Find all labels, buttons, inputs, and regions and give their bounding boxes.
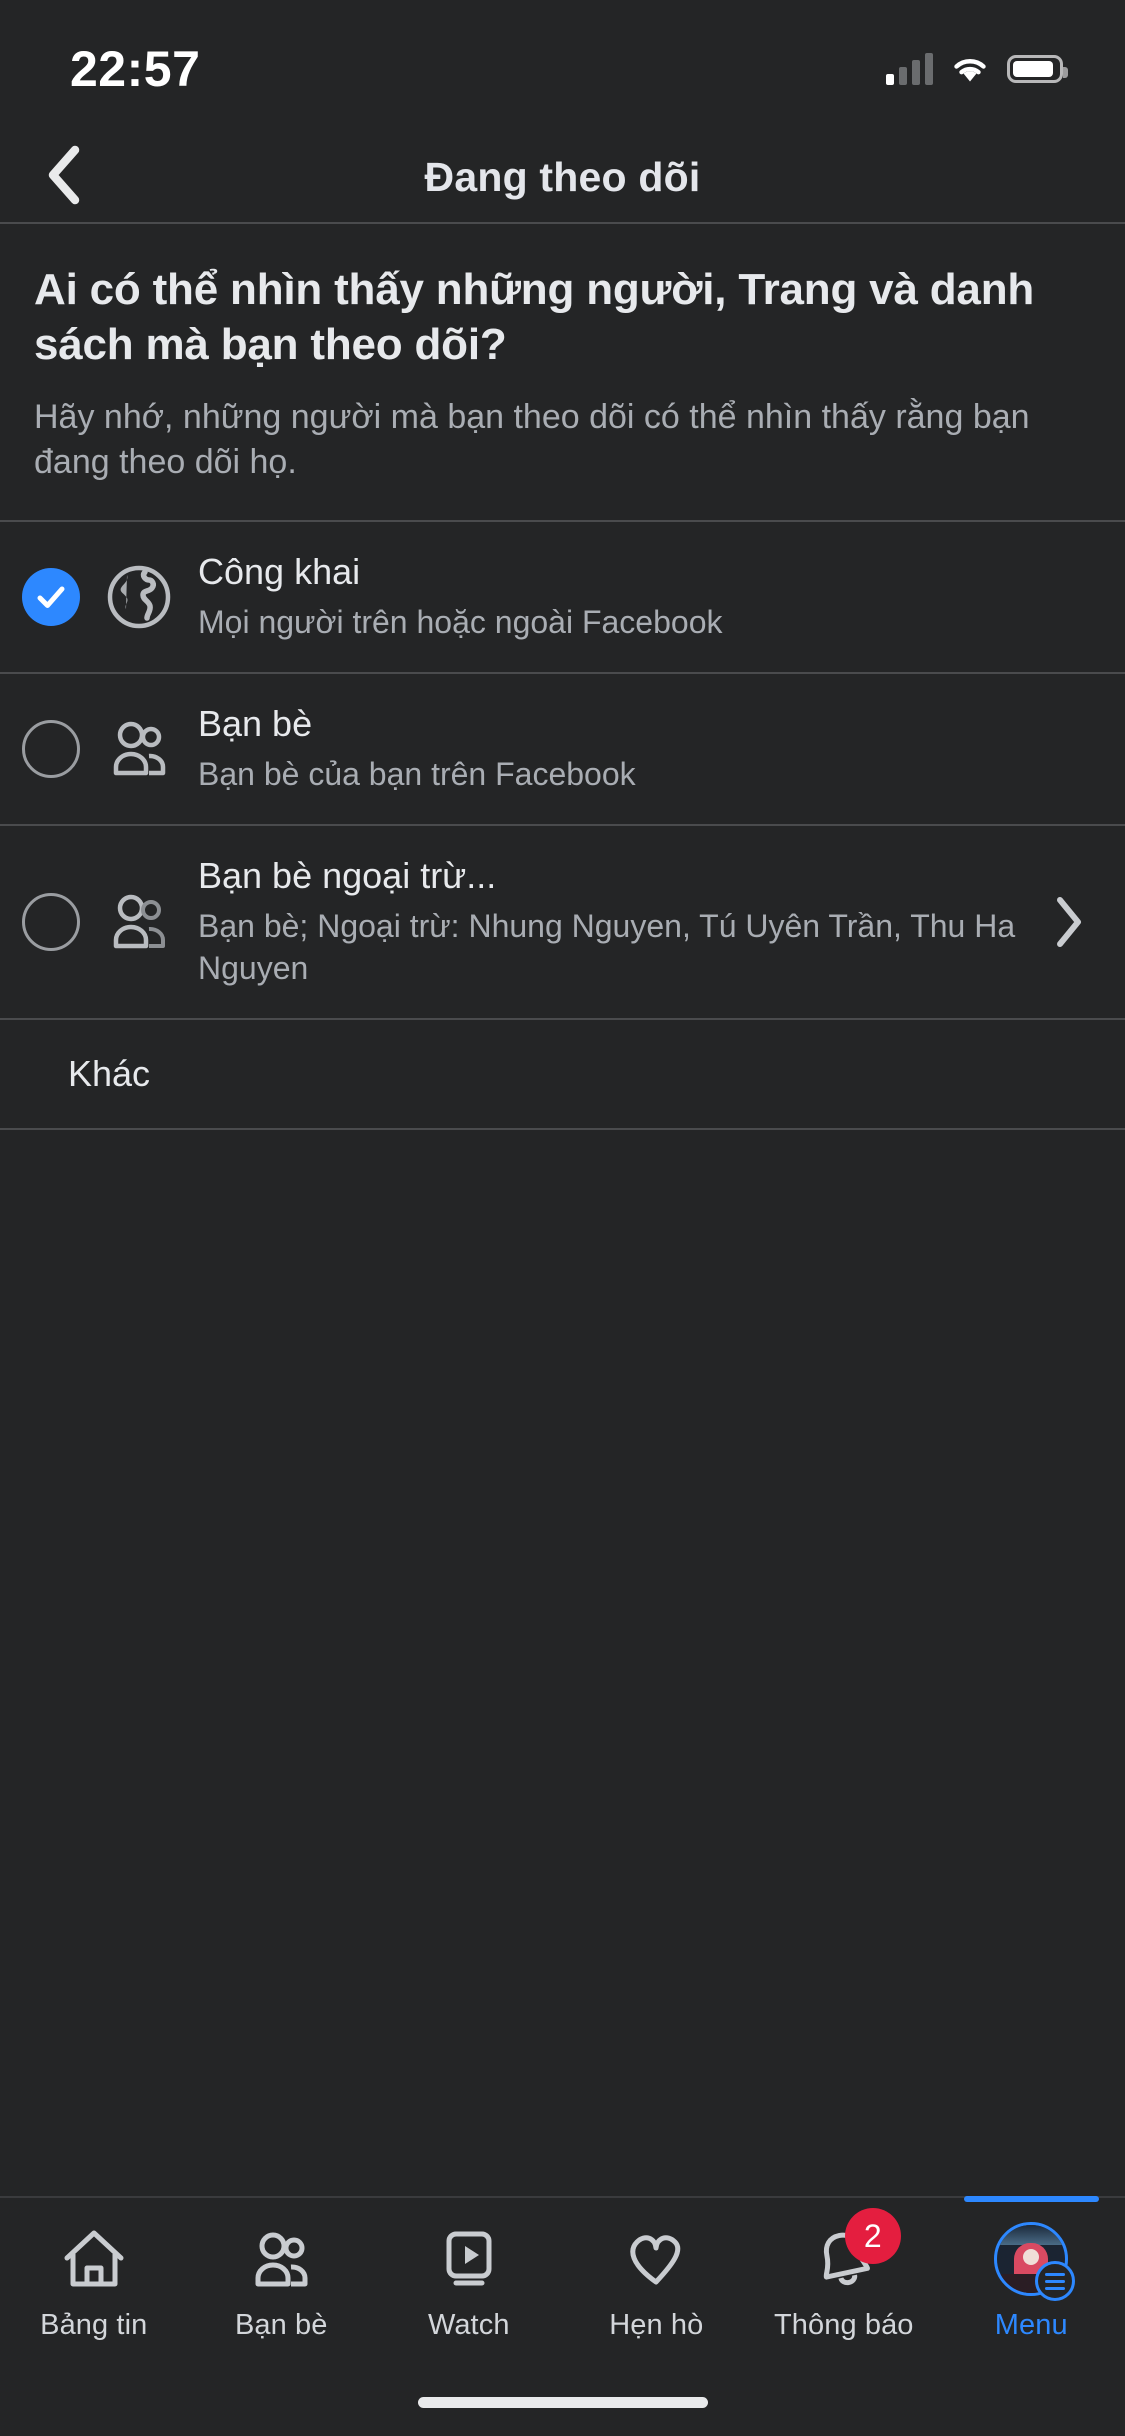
content-empty-area xyxy=(0,1129,1125,2196)
globe-icon xyxy=(102,560,176,634)
tab-label: Hẹn hò xyxy=(609,2309,704,2341)
tab-news-feed[interactable]: Bảng tin xyxy=(0,2198,188,2368)
tab-watch[interactable]: Watch xyxy=(375,2198,563,2368)
option-subtitle: Bạn bè của bạn trên Facebook xyxy=(198,756,636,793)
option-title: Bạn bè xyxy=(198,703,313,745)
radio-unselected-icon[interactable] xyxy=(22,892,80,951)
watch-play-icon xyxy=(434,2222,504,2296)
home-indicator-area xyxy=(0,2368,1125,2436)
tab-label: Thông báo xyxy=(773,2309,914,2341)
page-title: Đang theo dõi xyxy=(424,153,701,200)
navigation-header: Đang theo dõi xyxy=(0,132,1125,222)
chevron-right-icon[interactable] xyxy=(1043,894,1095,950)
radio-selected-icon[interactable] xyxy=(22,567,80,626)
battery-icon xyxy=(1007,55,1068,83)
chevron-left-icon xyxy=(42,142,86,213)
tab-notifications[interactable]: 2 Thông báo xyxy=(750,2198,938,2368)
tab-menu[interactable]: Menu xyxy=(938,2196,1125,2368)
status-time: 22:57 xyxy=(70,41,201,97)
option-row-public[interactable]: Công khai Mọi người trên hoặc ngoài Face… xyxy=(0,522,1125,672)
friends-icon xyxy=(102,712,176,786)
dating-heart-icon xyxy=(621,2222,691,2296)
wifi-icon xyxy=(950,54,990,84)
option-text: Bạn bè ngoại trừ... Bạn bè; Ngoại trừ: N… xyxy=(198,854,1031,990)
option-subtitle: Bạn bè; Ngoại trừ: Nhung Nguyen, Tú Uyên… xyxy=(198,908,1016,987)
intro-heading: Ai có thể nhìn thấy những người, Trang v… xyxy=(34,265,1035,370)
tab-label: Menu xyxy=(994,2309,1068,2341)
profile-menu-avatar-icon xyxy=(994,2222,1076,2301)
status-indicators xyxy=(886,53,1068,85)
cellular-signal-icon xyxy=(886,53,933,85)
active-tab-indicator xyxy=(963,2196,1099,2202)
tab-label: Watch xyxy=(427,2309,510,2341)
hamburger-menu-icon xyxy=(1035,2261,1076,2301)
back-button[interactable] xyxy=(22,135,106,219)
option-title: Bạn bè ngoại trừ... xyxy=(198,854,497,896)
option-subtitle: Mọi người trên hoặc ngoài Facebook xyxy=(198,604,723,641)
option-row-friends-except[interactable]: Bạn bè ngoại trừ... Bạn bè; Ngoại trừ: N… xyxy=(0,826,1125,1018)
other-row[interactable]: Khác xyxy=(0,1020,1125,1128)
option-text: Công khai Mọi người trên hoặc ngoài Face… xyxy=(198,550,1095,643)
intro-description: Hãy nhớ, những người mà bạn theo dõi có … xyxy=(34,397,1030,482)
tab-label: Bạn bè xyxy=(234,2309,328,2341)
radio-unselected-icon[interactable] xyxy=(22,719,80,778)
tab-label: Bảng tin xyxy=(40,2309,148,2341)
notification-badge: 2 xyxy=(844,2208,901,2264)
status-bar: 22:57 xyxy=(0,0,1125,132)
friends-except-icon xyxy=(102,885,176,959)
option-text: Bạn bè Bạn bè của bạn trên Facebook xyxy=(198,702,1095,795)
tab-friends[interactable]: Bạn bè xyxy=(188,2198,376,2368)
intro-section: Ai có thể nhìn thấy những người, Trang v… xyxy=(0,224,1125,520)
app-screen: 22:57 Đang theo dõi Ai có thể nhìn thấy … xyxy=(0,0,1125,2436)
option-title: Công khai xyxy=(198,551,361,593)
bell-icon: 2 xyxy=(809,2208,901,2296)
tab-dating[interactable]: Hẹn hò xyxy=(563,2198,751,2368)
option-row-friends[interactable]: Bạn bè Bạn bè của bạn trên Facebook xyxy=(0,674,1125,824)
home-indicator[interactable] xyxy=(417,2396,708,2408)
friends-icon xyxy=(246,2222,316,2296)
bottom-tab-bar: Bảng tin Bạn bè Watch Hẹn hò 2 Thông báo… xyxy=(0,2196,1125,2368)
home-icon xyxy=(59,2222,129,2296)
other-label: Khác xyxy=(68,1052,151,1094)
